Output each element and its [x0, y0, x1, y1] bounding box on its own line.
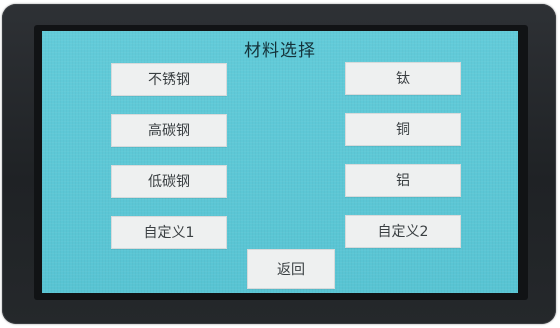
- stainless-steel-button[interactable]: 不锈钢: [111, 63, 227, 96]
- high-carbon-steel-button[interactable]: 高碳钢: [111, 114, 227, 147]
- low-carbon-steel-label: 低碳钢: [148, 174, 190, 190]
- aluminum-button[interactable]: 铝: [345, 164, 461, 197]
- back-label: 返回: [277, 262, 305, 278]
- copper-button[interactable]: 铜: [345, 113, 461, 146]
- custom-2-button[interactable]: 自定义2: [345, 215, 461, 248]
- custom-1-button[interactable]: 自定义1: [111, 216, 227, 249]
- titanium-label: 钛: [396, 71, 410, 87]
- copper-label: 铜: [396, 122, 410, 138]
- stainless-steel-label: 不锈钢: [148, 72, 190, 88]
- titanium-button[interactable]: 钛: [345, 62, 461, 95]
- low-carbon-steel-button[interactable]: 低碳钢: [111, 165, 227, 198]
- page-title: 材料选择: [244, 41, 316, 61]
- custom-2-label: 自定义2: [377, 224, 429, 240]
- aluminum-label: 铝: [396, 173, 410, 189]
- custom-1-label: 自定义1: [143, 225, 195, 241]
- back-button[interactable]: 返回: [247, 249, 335, 289]
- touch-screen: 材料选择 不锈钢 高碳钢 低碳钢 自定义1 钛 铜 铝 自定义2 返回: [42, 31, 518, 293]
- high-carbon-steel-label: 高碳钢: [148, 123, 190, 139]
